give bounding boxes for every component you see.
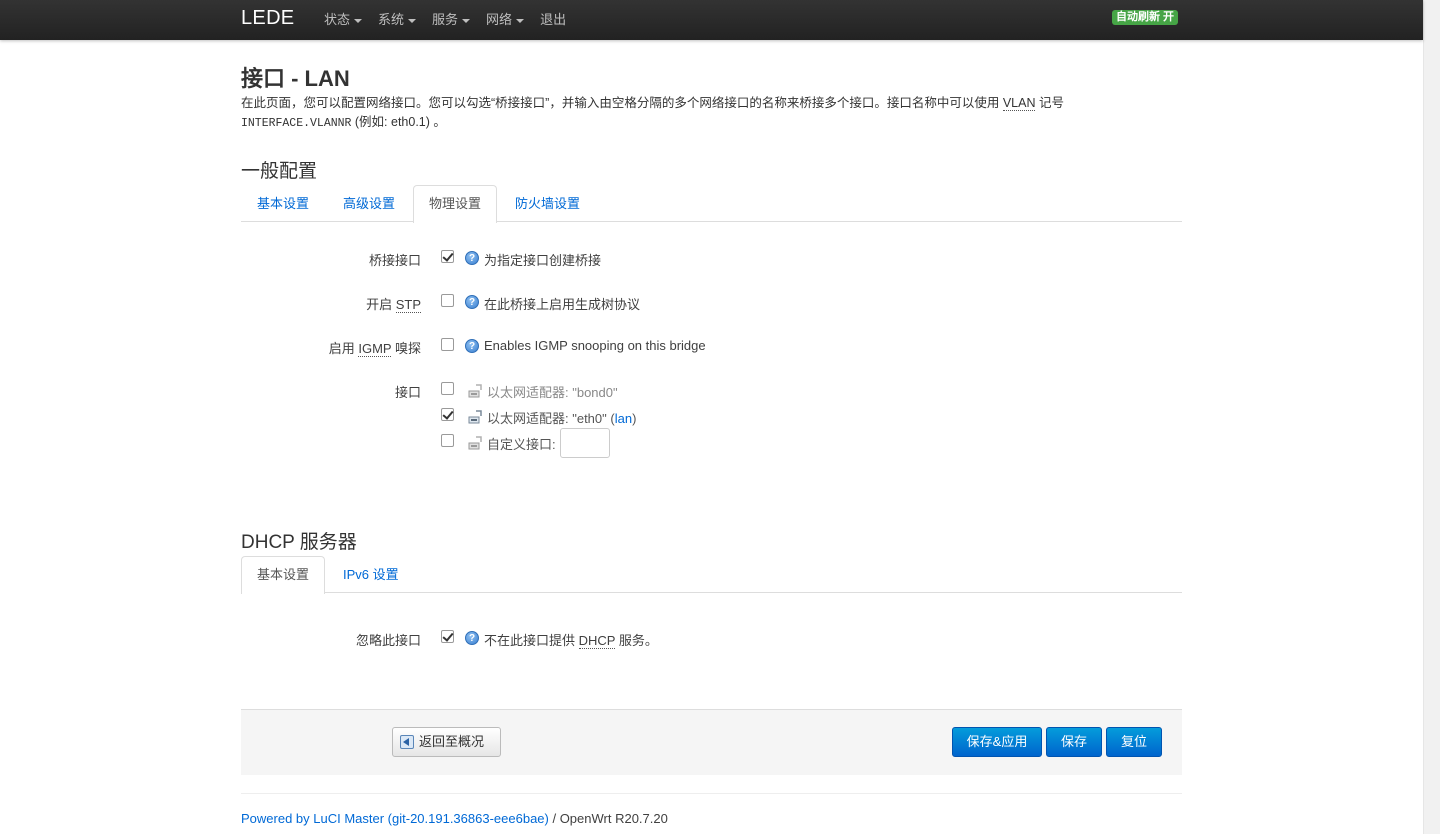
menu-system[interactable]: 系统 <box>370 0 424 40</box>
dhcp-tabs: 基本设置 IPv6 设置 <box>241 556 1182 594</box>
menu-services-label: 服务 <box>432 12 459 27</box>
interfaces-label: 接口 <box>394 385 421 400</box>
ethernet-port-icon <box>468 410 482 424</box>
menu-network[interactable]: 网络 <box>478 0 532 40</box>
ignore-help-prefix: 不在此接口提供 <box>484 633 579 648</box>
dhcp-server-heading: DHCP 服务器 <box>241 532 357 553</box>
eth0-label: 以太网适配器: "eth0" (lan) <box>487 411 637 426</box>
tab-dhcp-ipv6[interactable]: IPv6 设置 <box>327 556 415 593</box>
menu-system-label: 系统 <box>378 12 405 27</box>
tab-firewall-settings[interactable]: 防火墙设置 <box>499 185 596 222</box>
page-title: 接口 - LAN <box>241 66 350 91</box>
bridge-label: 桥接接口 <box>368 253 421 268</box>
menu-status[interactable]: 状态 <box>316 0 370 40</box>
dhcp-abbr: DHCP <box>578 633 616 649</box>
tab-dhcp-basic[interactable]: 基本设置 <box>241 556 326 594</box>
interfaces-row: 接口 以太网适配器: "bond0" 以太网适配器: "eth0" (lan) … <box>241 378 1182 462</box>
help-icon: ? <box>465 631 479 645</box>
tab-physical-settings[interactable]: 物理设置 <box>413 185 498 223</box>
openwrt-version: / OpenWrt R20.7.20 <box>548 811 668 826</box>
back-button-label: 返回至概况 <box>419 734 485 749</box>
menu-network-label: 网络 <box>486 12 513 27</box>
brand-logo[interactable]: LEDE <box>241 7 294 30</box>
form-actions: 返回至概况 保存&应用 保存 复位 <box>241 709 1182 775</box>
ignore-help: 不在此接口提供 DHCP 服务。 <box>484 630 658 649</box>
back-to-overview-button[interactable]: 返回至概况 <box>392 727 501 757</box>
stp-label-prefix: 开启 <box>366 297 396 312</box>
igmp-label: 启用 IGMP 嗅探 <box>329 338 421 357</box>
bridge-help: 为指定接口创建桥接 <box>484 253 602 268</box>
eth0-network-link[interactable]: lan <box>615 411 632 426</box>
stp-abbr: STP <box>395 297 421 313</box>
igmp-label-suffix: 嗅探 <box>391 341 421 356</box>
tab-basic-settings[interactable]: 基本设置 <box>241 185 325 222</box>
desc-text-2: 记号 <box>1035 96 1064 110</box>
chevron-down-icon <box>462 18 471 23</box>
footer: Powered by LuCI Master (git-20.191.36863… <box>241 811 668 826</box>
stp-checkbox[interactable] <box>441 294 454 307</box>
luci-version-link[interactable]: Powered by LuCI Master (git-20.191.36863… <box>241 811 549 826</box>
chevron-down-icon <box>516 18 525 23</box>
stp-label: 开启 STP <box>366 294 421 313</box>
eth0-checkbox[interactable] <box>441 408 454 421</box>
stp-row: 开启 STP ? 在此桥接上启用生成树协议 <box>241 290 1182 314</box>
igmp-row: 启用 IGMP 嗅探 ? Enables IGMP snooping on th… <box>241 334 1182 358</box>
ignore-label: 忽略此接口 <box>355 633 421 648</box>
menu-services[interactable]: 服务 <box>424 0 478 40</box>
help-icon: ? <box>465 295 479 309</box>
top-navbar: LEDE 状态 系统 服务 网络 退出 自动刷新 开 <box>0 0 1423 40</box>
chevron-down-icon <box>408 18 417 23</box>
general-config-heading: 一般配置 <box>241 161 318 182</box>
desc-mono: INTERFACE.VLANNR <box>241 117 352 130</box>
ignore-checkbox[interactable] <box>441 630 454 643</box>
ethernet-port-icon <box>468 384 482 398</box>
desc-text-1: 在此页面，您可以配置网络接口。您可以勾选“桥接接口”，并输入由空格分隔的多个网络… <box>241 96 1003 110</box>
bridge-row: 桥接接口 ? 为指定接口创建桥接 <box>241 246 1182 270</box>
desc-text-3: (例如: eth0.1) 。 <box>351 115 446 129</box>
ignore-help-suffix: 服务。 <box>615 633 658 648</box>
tab-advanced-settings[interactable]: 高级设置 <box>327 185 411 222</box>
menu-status-label: 状态 <box>324 12 351 27</box>
page-scrollbar[interactable] <box>1423 0 1440 834</box>
bond0-label: 以太网适配器: "bond0" <box>487 385 618 400</box>
igmp-abbr: IGMP <box>358 341 392 357</box>
ethernet-port-icon <box>468 436 482 450</box>
bridge-checkbox[interactable] <box>441 250 454 263</box>
footer-divider <box>241 793 1182 794</box>
reset-button[interactable]: 复位 <box>1106 727 1162 757</box>
menu-logout-label: 退出 <box>540 12 567 27</box>
page-description: 在此页面，您可以配置网络接口。您可以勾选“桥接接口”，并输入由空格分隔的多个网络… <box>241 94 1182 133</box>
igmp-checkbox[interactable] <box>441 338 454 351</box>
menu-logout[interactable]: 退出 <box>532 0 574 40</box>
custom-interface-checkbox[interactable] <box>441 434 454 447</box>
back-arrow-icon <box>400 735 414 749</box>
igmp-label-prefix: 启用 <box>328 341 359 356</box>
vlan-abbr: VLAN <box>1002 96 1036 111</box>
help-icon: ? <box>465 251 479 265</box>
general-tabs: 基本设置 高级设置 物理设置 防火墙设置 <box>241 185 1182 223</box>
stp-help: 在此桥接上启用生成树协议 <box>484 297 641 312</box>
custom-interface-label: 自定义接口: <box>487 437 556 452</box>
save-button[interactable]: 保存 <box>1046 727 1102 757</box>
custom-interface-input[interactable] <box>560 428 610 458</box>
eth0-text: 以太网适配器: "eth0" <box>487 411 607 426</box>
save-apply-button[interactable]: 保存&应用 <box>952 727 1042 757</box>
bond0-checkbox[interactable] <box>441 382 454 395</box>
ignore-row: 忽略此接口 ? 不在此接口提供 DHCP 服务。 <box>241 626 1182 650</box>
main-menu: 状态 系统 服务 网络 退出 <box>316 0 574 40</box>
auto-refresh-toggle[interactable]: 自动刷新 开 <box>1112 10 1179 25</box>
help-icon: ? <box>465 339 479 353</box>
chevron-down-icon <box>354 18 363 23</box>
igmp-help: Enables IGMP snooping on this bridge <box>484 338 706 353</box>
